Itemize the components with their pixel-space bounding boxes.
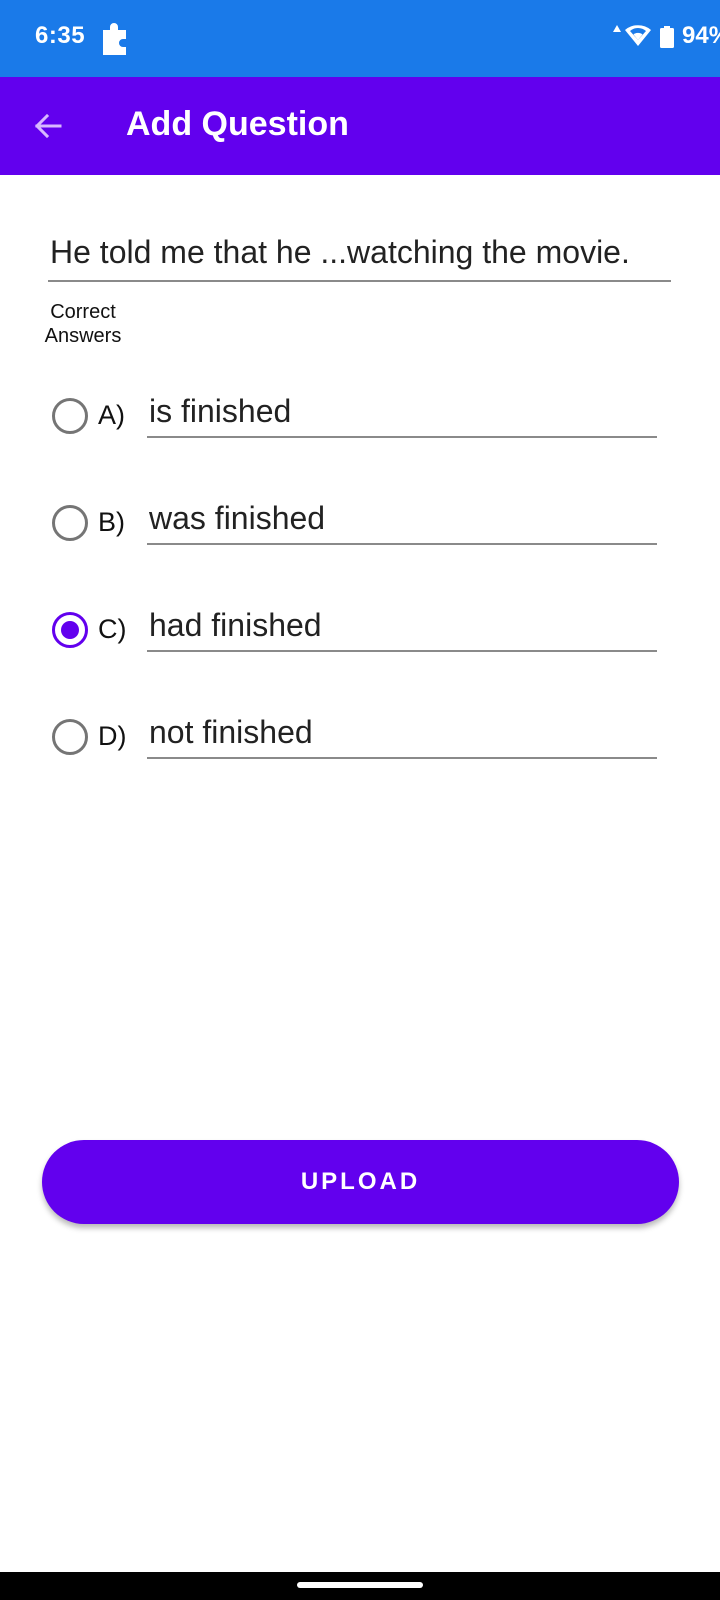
correct-answers-label: Correct Answers: [44, 301, 122, 347]
radio-option-b[interactable]: [52, 505, 88, 541]
option-letter-a: A): [98, 400, 125, 430]
option-row-c: C): [0, 602, 720, 662]
option-row-b: B): [0, 495, 720, 555]
option-input-d[interactable]: [147, 709, 657, 759]
home-handle[interactable]: [297, 1582, 423, 1588]
radio-option-c[interactable]: [52, 612, 88, 648]
option-row-a: A): [0, 388, 720, 448]
radio-option-d[interactable]: [52, 719, 88, 755]
option-row-d: D): [0, 709, 720, 769]
puzzle-icon: [103, 23, 126, 55]
arrow-left-icon[interactable]: [30, 108, 66, 144]
option-input-a[interactable]: [147, 388, 657, 438]
status-bar: 6:35 94%: [0, 0, 720, 77]
radio-option-a[interactable]: [52, 398, 88, 434]
upload-button[interactable]: UPLOAD: [42, 1140, 679, 1224]
data-arrow-icon: [613, 25, 621, 32]
option-letter-d: D): [98, 721, 127, 751]
option-letter-c: C): [98, 614, 127, 644]
option-letter-b: B): [98, 507, 125, 537]
option-input-b[interactable]: [147, 495, 657, 545]
status-time: 6:35: [35, 22, 86, 49]
wifi-icon: [625, 25, 651, 46]
question-input[interactable]: [48, 232, 671, 282]
battery-percent: 94%: [682, 22, 720, 49]
app-bar: Add Question: [0, 77, 720, 175]
page-title: Add Question: [126, 105, 349, 143]
navigation-bar: [0, 1572, 720, 1600]
battery-icon: [660, 26, 674, 48]
option-input-c[interactable]: [147, 602, 657, 652]
